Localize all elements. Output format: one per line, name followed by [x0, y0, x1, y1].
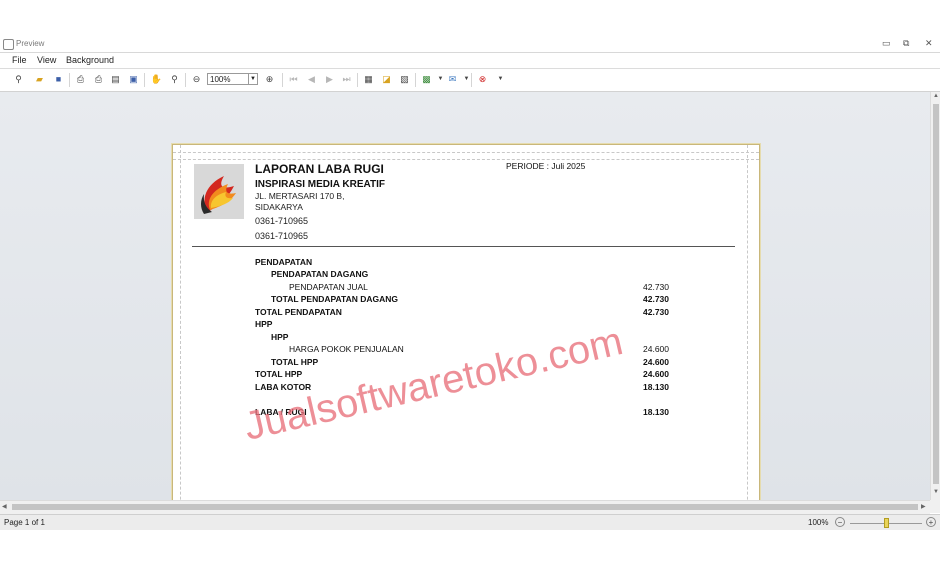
- report-row-value: 42.730: [643, 282, 669, 292]
- find-icon[interactable]: ⚲: [12, 73, 25, 86]
- company-phone: 0361-710965: [255, 216, 309, 226]
- magnifier-icon[interactable]: ⚲: [168, 73, 181, 86]
- open-icon[interactable]: ▰: [33, 73, 46, 86]
- report-row-value: 24.600: [643, 357, 669, 367]
- print-icon[interactable]: ⎙: [92, 73, 105, 86]
- report-row-label: TOTAL PENDAPATAN: [255, 307, 342, 317]
- preview-window: Preview ▭ ⧉ ✕ File View Background ⚲ ▰ ■…: [0, 36, 940, 531]
- save-icon[interactable]: ■: [52, 73, 65, 86]
- bottom-background: [0, 530, 940, 565]
- report-row-label: TOTAL PENDAPATAN DAGANG: [271, 294, 399, 304]
- report-row-label: PENDAPATAN JUAL: [289, 282, 368, 292]
- watermark-icon[interactable]: ▧: [398, 73, 411, 86]
- menu-file[interactable]: File: [12, 55, 27, 65]
- email-icon[interactable]: ✉: [446, 73, 459, 86]
- chevron-down-icon[interactable]: ▼: [494, 73, 507, 86]
- menu-bar: File View Background: [0, 53, 940, 69]
- restore-icon[interactable]: ⧉: [903, 38, 909, 49]
- status-bar: Page 1 of 1 100% − +: [0, 514, 940, 531]
- toolbar-separator: [282, 73, 283, 87]
- vertical-scrollbar[interactable]: ▲ ▼: [930, 92, 940, 500]
- zoom-out-icon[interactable]: ⊖: [190, 73, 203, 86]
- window-title: Preview: [16, 39, 45, 48]
- multiple-pages-icon[interactable]: ▦: [362, 73, 375, 86]
- app-icon: [3, 39, 14, 50]
- report-row-label: PENDAPATAN: [255, 257, 313, 267]
- toolbar-separator: [144, 73, 145, 87]
- report-row-label: HPP: [271, 332, 289, 342]
- minimize-icon[interactable]: ▭: [882, 38, 891, 49]
- color-icon[interactable]: ◪: [380, 73, 393, 86]
- page-margin-top: [173, 152, 759, 153]
- report-row-value: 42.730: [643, 294, 669, 304]
- close-icon[interactable]: ✕: [925, 38, 933, 49]
- toolbar-separator: [185, 73, 186, 87]
- report-row-label: HPP: [255, 319, 273, 329]
- top-background: [0, 0, 940, 36]
- next-page-icon[interactable]: ▶: [323, 73, 336, 86]
- vertical-scroll-thumb[interactable]: [933, 104, 939, 484]
- horizontal-scrollbar[interactable]: ◀ ▶: [0, 500, 930, 514]
- report-row-value: 18.130: [643, 407, 669, 417]
- report-row-value: 18.130: [643, 382, 669, 392]
- report-row-label: PENDAPATAN DAGANG: [271, 269, 369, 279]
- page-margin-left: [180, 145, 181, 500]
- scale-icon[interactable]: ▣: [127, 73, 140, 86]
- zoom-percent: 100%: [808, 518, 829, 527]
- toolbar-separator: [69, 73, 70, 87]
- zoom-in-icon[interactable]: ⊕: [263, 73, 276, 86]
- scroll-right-icon[interactable]: ▶: [921, 503, 926, 510]
- export-icon[interactable]: ▩: [420, 73, 433, 86]
- report-period: PERIODE : Juli 2025: [506, 161, 586, 171]
- preview-area: LAPORAN LABA RUGI PERIODE : Juli 2025 IN…: [0, 92, 930, 500]
- report-row-value: 24.600: [643, 344, 669, 354]
- hand-tool-icon[interactable]: ✋: [150, 73, 163, 86]
- scroll-down-icon[interactable]: ▼: [933, 489, 939, 495]
- first-page-icon[interactable]: ⏮: [287, 73, 300, 86]
- report-row-label: TOTAL HPP: [271, 357, 319, 367]
- report-row-value: 24.600: [643, 369, 669, 379]
- close-preview-icon[interactable]: ⊗: [476, 73, 489, 86]
- page-margin-top-inner: [173, 159, 759, 160]
- company-logo: [194, 164, 244, 219]
- title-bar: Preview ▭ ⧉ ✕: [0, 36, 940, 53]
- zoom-input[interactable]: 100%: [207, 73, 249, 85]
- toolbar-separator: [415, 73, 416, 87]
- previous-page-icon[interactable]: ◀: [305, 73, 318, 86]
- horizontal-scroll-thumb[interactable]: [12, 504, 918, 510]
- page-setup-icon[interactable]: ▤: [109, 73, 122, 86]
- company-phone-alt: 0361-710965: [255, 231, 309, 241]
- company-address-line1: JL. MERTASARI 170 B,: [255, 191, 345, 201]
- zoom-out-icon[interactable]: −: [835, 517, 845, 527]
- report-title: LAPORAN LABA RUGI: [255, 162, 384, 176]
- company-address-line2: SIDAKARYA: [255, 202, 303, 212]
- print-setup-icon[interactable]: ⎙: [74, 73, 87, 86]
- report-row-label: HARGA POKOK PENJUALAN: [289, 344, 404, 354]
- scroll-left-icon[interactable]: ◀: [2, 503, 7, 510]
- report-row-value: 42.730: [643, 307, 669, 317]
- menu-background[interactable]: Background: [66, 55, 114, 65]
- scroll-up-icon[interactable]: ▲: [933, 93, 939, 99]
- menu-view[interactable]: View: [37, 55, 56, 65]
- page-indicator: Page 1 of 1: [4, 518, 45, 527]
- header-divider: [192, 246, 735, 247]
- page-margin-right: [747, 145, 748, 500]
- toolbar: ⚲ ▰ ■ ⎙ ⎙ ▤ ▣ ✋ ⚲ ⊖ 100% ▼ ⊕ ⏮ ◀ ▶ ⏭ ▦ ◪…: [0, 69, 940, 92]
- last-page-icon[interactable]: ⏭: [340, 73, 353, 86]
- toolbar-separator: [357, 73, 358, 87]
- scrollbar-corner: [930, 500, 940, 513]
- toolbar-separator: [471, 73, 472, 87]
- company-name: INSPIRASI MEDIA KREATIF: [255, 179, 386, 190]
- zoom-in-icon[interactable]: +: [926, 517, 936, 527]
- chevron-down-icon[interactable]: ▼: [249, 73, 258, 85]
- zoom-slider-thumb[interactable]: [884, 518, 889, 528]
- report-row-label: TOTAL HPP: [255, 369, 303, 379]
